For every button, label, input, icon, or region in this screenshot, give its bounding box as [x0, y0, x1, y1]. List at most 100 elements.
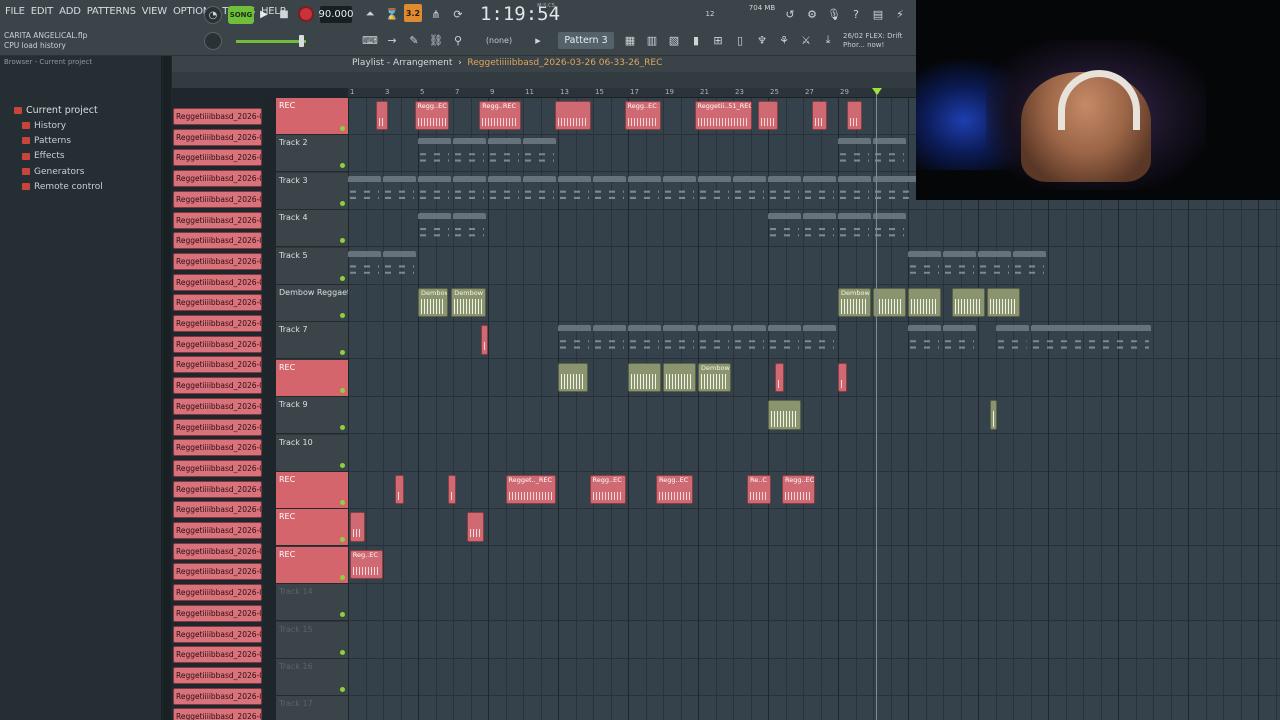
audio-clip[interactable]: Regg..REC — [479, 101, 521, 131]
pattern-clip[interactable] — [733, 175, 766, 205]
track-header[interactable]: Track 4 — [276, 210, 348, 248]
pattern-clip[interactable]: Pat..n 8 — [453, 138, 486, 167]
audio-clip[interactable] — [846, 101, 863, 131]
help-icon[interactable]: ? — [848, 6, 864, 22]
drum-audio-clip[interactable]: Dembow Re..90 - 5 — [451, 288, 486, 318]
pattern-clip[interactable]: Pattern 3 — [348, 175, 381, 205]
loop-record-icon[interactable]: ⟳ — [450, 6, 466, 22]
track-header[interactable]: REC — [276, 472, 348, 509]
audio-clip[interactable]: Reggetii..51_REC — [694, 101, 752, 131]
pattern-clip[interactable] — [663, 175, 696, 205]
pattern-clip[interactable] — [453, 175, 486, 205]
arrow-icon[interactable]: → — [384, 32, 400, 48]
pencil-icon[interactable]: ✎ — [406, 32, 422, 48]
clip-source-item[interactable]: Reggetiiiibbasd_2026-0... — [173, 708, 262, 720]
pattern-clip[interactable] — [803, 175, 836, 205]
clip-source-item[interactable]: Reggetiiiibbasd_2026-0... — [173, 625, 262, 643]
track-mute-led[interactable] — [340, 462, 345, 468]
drum-audio-clip[interactable] — [951, 288, 985, 318]
drum-audio-clip[interactable] — [663, 362, 696, 393]
audio-clip[interactable] — [811, 101, 828, 131]
audio-clip[interactable]: Regg..EC — [414, 101, 450, 131]
track-mute-led[interactable] — [340, 612, 345, 618]
audio-clip[interactable]: Regg..EC — [656, 475, 693, 505]
playhead[interactable] — [876, 88, 877, 720]
pattern-clip[interactable]: Pat..n 8 — [488, 138, 521, 167]
play-pattern-icon[interactable]: ▸ — [530, 32, 546, 48]
mixer-view-icon[interactable]: ▮ — [688, 32, 704, 48]
pattern-clip[interactable]: Pattern 3 — [838, 175, 871, 205]
track-header[interactable]: Track 7 — [276, 322, 348, 360]
audio-clip[interactable] — [395, 475, 404, 505]
clip-source-item[interactable]: Reggetiiiibbasd_2026-0... — [173, 646, 262, 664]
playlist-icon[interactable]: ▦ — [622, 32, 638, 48]
pattern-clip[interactable]: Pattern 6 — [628, 325, 661, 354]
pattern-clip[interactable]: Pat..n 8 — [873, 138, 906, 167]
pattern-clip[interactable]: Pat..n 4 — [453, 213, 486, 242]
menu-view[interactable]: VIEW — [141, 6, 168, 17]
pattern-clip[interactable]: Pattern 3 — [418, 175, 451, 205]
audio-clip[interactable]: Re..C — [747, 475, 772, 505]
clip-list-scrollbar[interactable] — [264, 98, 276, 720]
pattern-clip[interactable]: Pat..n 8 — [418, 138, 451, 167]
menu-patterns[interactable]: PATTERNS — [86, 6, 137, 17]
clip-source-item[interactable]: Reggetiiiibbasd_2026-0... — [173, 273, 262, 291]
track-mute-led[interactable] — [340, 387, 345, 393]
track-header[interactable]: Track 5 — [276, 247, 348, 285]
audio-clip[interactable] — [757, 101, 779, 131]
drum-audio-clip[interactable]: Dembow R...23 — [418, 288, 448, 318]
audio-clip[interactable]: Regg..EC — [624, 101, 661, 131]
pattern-selector[interactable]: Pattern 3 — [558, 32, 614, 49]
audio-clip[interactable]: Regg..EC — [782, 475, 815, 505]
track-mute-led[interactable] — [340, 200, 345, 206]
pattern-clip[interactable]: Pattern 3 — [628, 175, 661, 205]
drum-audio-clip[interactable] — [558, 362, 588, 393]
pattern-clip[interactable]: Pat..n 8 — [768, 325, 801, 354]
clip-source-item[interactable]: Reggetiiiibbasd_2026-0... — [173, 604, 262, 622]
stop-button[interactable]: ■ — [276, 6, 292, 22]
plugin-icon[interactable]: ⚡ — [892, 6, 908, 22]
pattern-clip[interactable]: Pat..n 8 — [803, 325, 836, 354]
snap-badge[interactable]: 3.2 — [404, 4, 422, 22]
audio-clip[interactable] — [838, 362, 847, 393]
audio-clip[interactable] — [775, 362, 784, 393]
tree-item-history[interactable]: History — [0, 118, 161, 133]
pattern-clip[interactable]: Pat..n 5 — [943, 250, 976, 280]
drum-audio-clip[interactable] — [628, 362, 661, 393]
pattern-clip[interactable] — [733, 325, 766, 354]
audio-clip[interactable]: Regget.._REC — [505, 475, 556, 505]
record-button[interactable] — [298, 6, 314, 22]
pattern-clip[interactable]: Pat..n 4 — [418, 213, 451, 242]
track-header[interactable]: Track 14 — [276, 584, 348, 622]
track-header[interactable]: REC — [276, 546, 348, 584]
drum-audio-clip[interactable] — [990, 400, 997, 430]
master-volume-slider[interactable] — [236, 40, 306, 43]
track-header[interactable]: REC — [276, 509, 348, 547]
clip-source-item[interactable]: Reggetiiiibbasd_2026-0... — [173, 335, 262, 353]
metronome-icon[interactable]: ⏶ — [362, 6, 378, 22]
drum-audio-clip[interactable] — [908, 288, 941, 318]
piano-roll-icon[interactable]: ▥ — [644, 32, 660, 48]
tree-item-remote-control[interactable]: Remote control — [0, 179, 161, 194]
track-header[interactable]: Track 17 — [276, 696, 348, 720]
pattern-clip[interactable]: Pat..n 4 — [838, 213, 871, 242]
audio-clip[interactable]: Reg..EC — [349, 549, 383, 580]
mix-icon[interactable]: ⚔ — [798, 32, 814, 48]
pattern-clip[interactable]: Pat..n 5 — [383, 250, 416, 280]
pattern-clip[interactable] — [383, 175, 416, 205]
undo-icon[interactable]: ↺ — [782, 6, 798, 22]
clip-source-item[interactable]: Reggetiiiibbasd_2026-0... — [173, 108, 262, 125]
keyboard-icon[interactable]: ⌨ — [362, 32, 378, 48]
stamp-icon[interactable]: ⚲ — [450, 32, 466, 48]
pattern-clip[interactable]: Pattern 3 — [488, 175, 521, 205]
clip-source-item[interactable]: Reggetiiiibbasd_2026-0... — [173, 252, 262, 270]
clip-source-item[interactable]: Reggetiiiibbasd_2026-0... — [173, 397, 262, 415]
audio-clip[interactable] — [376, 101, 388, 131]
track-header[interactable]: Track 2 — [276, 135, 348, 173]
clip-source-item[interactable]: Reggetiiiibbasd_2026-0... — [173, 170, 262, 188]
pattern-clip[interactable] — [593, 175, 626, 205]
track-mute-led[interactable] — [340, 350, 345, 356]
brush-icon[interactable]: ⚘ — [776, 32, 792, 48]
menu-file[interactable]: FILE — [4, 6, 26, 17]
pattern-clip[interactable]: Pattern 6 — [558, 325, 591, 354]
